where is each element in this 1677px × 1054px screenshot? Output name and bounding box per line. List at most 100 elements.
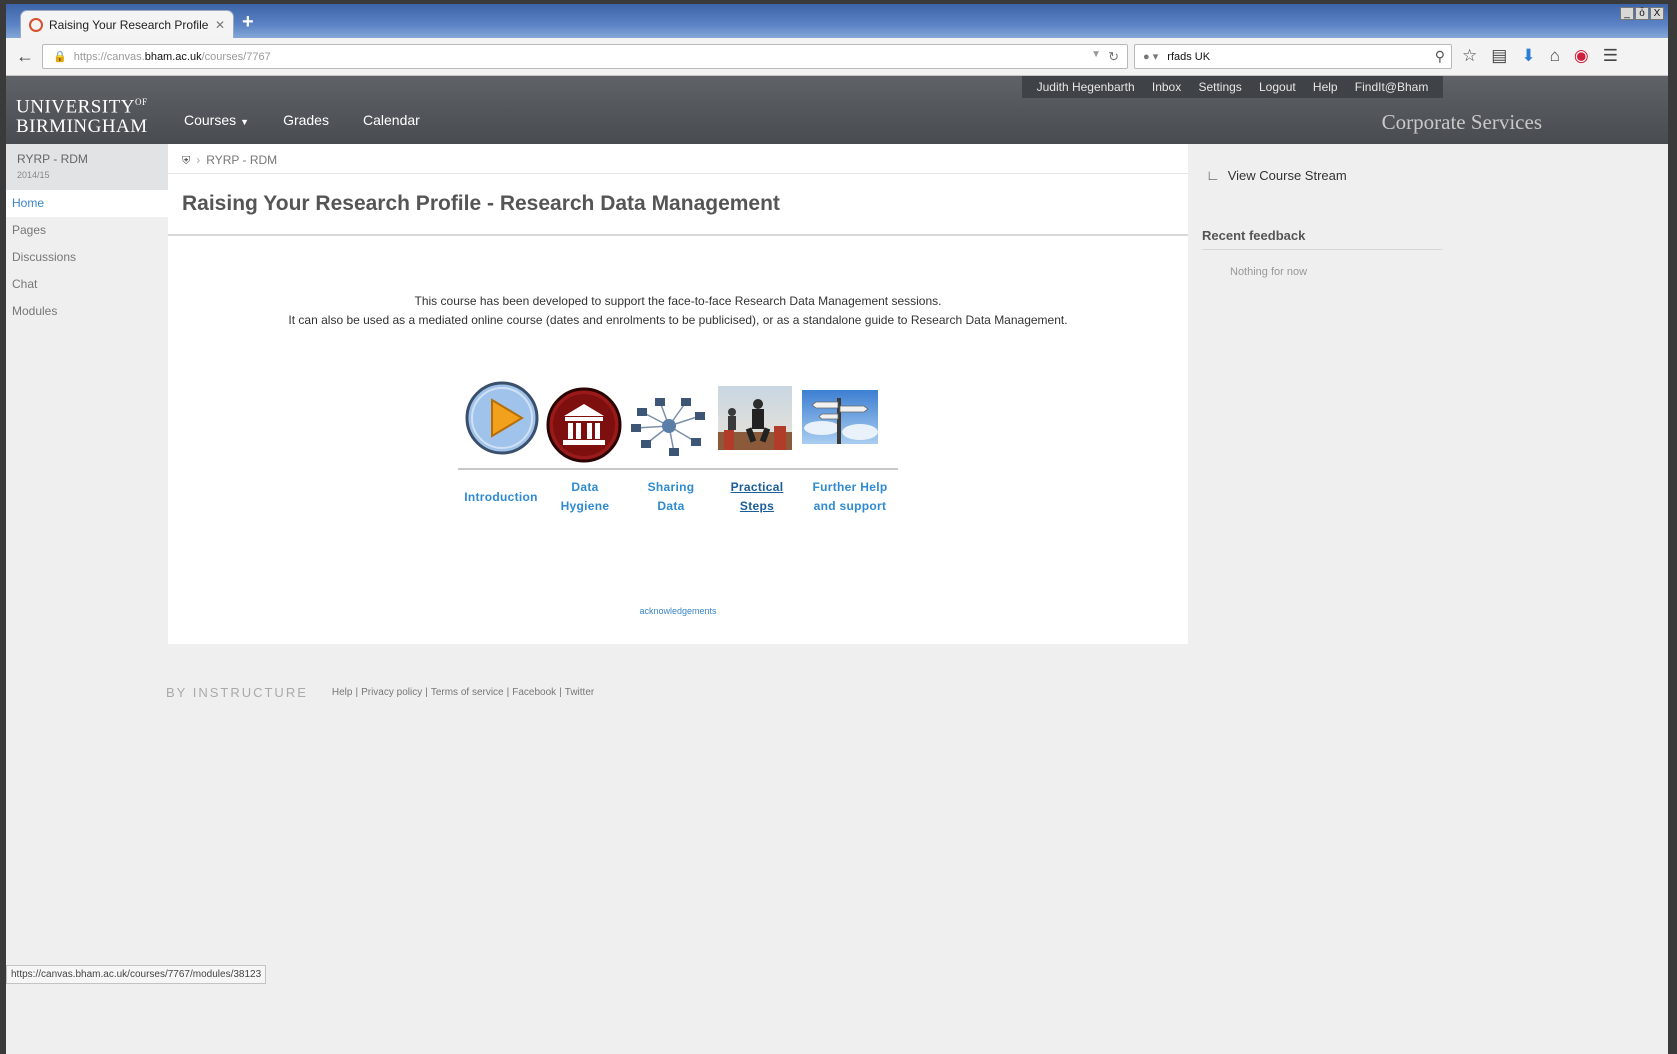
home-icon[interactable]: ⌂ [1550,46,1560,66]
nav-courses[interactable]: Courses ▼ [184,112,249,128]
breadcrumb-separator-icon: › [196,153,201,167]
module-links: Introduction Data Hygiene Sharing Data P… [458,376,900,516]
view-course-stream-link[interactable]: ∟ View Course Stream [1206,167,1347,183]
url-host: bham.ac.uk [144,51,202,63]
pinterest-icon[interactable]: ◉ [1574,46,1589,66]
caret-down-icon: ▼ [240,117,250,127]
lock-icon: 🔒 [53,51,67,63]
logout-link[interactable]: Logout [1259,80,1296,94]
canvas-header: UNIVERSITYOF BIRMINGHAM Courses ▼ Grades … [6,76,1668,144]
footer-links: Help | Privacy policy | Terms of service | Fac… [332,687,594,698]
business-photo-icon[interactable] [718,386,792,450]
search-icon[interactable]: ⚲ [1435,48,1445,65]
reload-icon[interactable]: ↻ [1108,49,1119,65]
course-nav-home[interactable]: Home [6,190,168,217]
back-arrow-icon[interactable]: ← [16,46,34,67]
settings-link[interactable]: Settings [1198,80,1241,94]
nav-grades[interactable]: Grades [283,112,329,128]
tab-strip: Raising Your Research Profile ... ✕ + _ … [6,4,1668,38]
university-logo[interactable]: UNIVERSITYOF BIRMINGHAM [16,92,148,137]
logo-sup: OF [135,97,148,107]
module-label: Data [657,499,685,513]
logo-line1: UNIVERSITY [16,96,135,118]
footer-twitter-link[interactable]: Twitter [565,687,594,698]
footer-separator: | [559,687,562,698]
nav-calendar[interactable]: Calendar [363,112,420,128]
search-engine-icon[interactable]: ● ▾ [1143,51,1158,63]
search-value: rfads UK [1167,51,1211,63]
museum-icon[interactable] [546,386,622,464]
browser-toolbar: ← 🔒 https://canvas.bham.ac.uk/courses/77… [6,38,1668,76]
module-label: Further Help [812,480,888,494]
divider [168,173,1188,174]
findit-link[interactable]: FindIt@Bham [1355,80,1429,94]
footer-separator: | [355,687,359,698]
corporate-services-title: Corporate Services [1381,110,1542,134]
search-bar[interactable]: ● ▾ rfads UK ⚲ [1134,44,1452,69]
url-prefix: https://canvas. [73,51,145,63]
close-window-button[interactable]: X [1650,7,1664,20]
page-title: Raising Your Research Profile - Research… [182,192,780,215]
footer-facebook-link[interactable]: Facebook [512,687,556,698]
module-link-further-help[interactable]: Further Help and support [800,478,900,516]
browser-tab[interactable]: Raising Your Research Profile ... ✕ [20,10,234,38]
course-nav-pages[interactable]: Pages [6,217,168,244]
status-bar: https://canvas.bham.ac.uk/courses/7767/m… [6,965,267,984]
intro-line: This course has been developed to suppor… [414,294,942,308]
url-dropdown-icon[interactable]: ▼ [1091,49,1101,60]
course-title-box[interactable]: RYRP - RDM 2014/15 [6,144,168,190]
module-link-sharing-data[interactable]: Sharing Data [634,478,708,516]
download-icon[interactable]: ⬇ [1521,46,1535,66]
acknowledgements-link[interactable]: acknowledgements [168,606,1188,616]
signpost-photo-icon[interactable] [802,390,878,444]
module-label: Hygiene [560,499,610,513]
play-icon[interactable] [464,378,540,458]
course-nav: RYRP - RDM 2014/15 Home Pages Discussion… [6,144,168,325]
module-link-practical-steps[interactable]: Practical Steps [720,478,794,516]
module-divider [458,468,898,470]
course-term: 2014/15 [17,170,50,180]
footer-separator: | [506,687,510,698]
nav-courses-label: Courses [184,112,237,128]
course-nav-chat[interactable]: Chat [6,271,168,298]
url-bar[interactable]: 🔒 https://canvas.bham.ac.uk/courses/7767… [42,44,1128,69]
course-nav-discussions[interactable]: Discussions [6,244,168,271]
module-link-data-hygiene[interactable]: Data Hygiene [548,478,622,516]
main-nav: Courses ▼ Grades Calendar [184,112,420,128]
footer-terms-link[interactable]: Terms of service [431,687,504,698]
logo-line2: BIRMINGHAM [16,116,148,138]
toolbar-icons: ☆ ▤ ⬇ ⌂ ◉ ☰ [1462,46,1618,66]
no-feedback-text: Nothing for now [1230,266,1308,278]
module-link-introduction[interactable]: Introduction [458,488,544,507]
canvas-favicon-icon [29,17,43,32]
footer-separator: | [425,687,428,698]
network-icon[interactable] [630,394,708,458]
breadcrumb-course[interactable]: RYRP - RDM [206,153,277,167]
course-nav-modules[interactable]: Modules [6,298,168,325]
menu-icon[interactable]: ☰ [1603,46,1618,66]
home-icon[interactable]: ⛨ [182,155,190,167]
new-tab-button[interactable]: + [242,11,254,34]
user-nav: Judith Hegenbarth Inbox Settings Logout … [1022,76,1443,98]
footer-privacy-link[interactable]: Privacy policy [361,687,422,698]
bookmarks-list-icon[interactable]: ▤ [1491,46,1507,66]
course-code: RYRP - RDM [17,152,88,166]
inbox-link[interactable]: Inbox [1152,80,1181,94]
window-controls: _ ȱ X [1620,7,1664,20]
stream-link-label: View Course Stream [1227,168,1347,183]
stream-chart-icon: ∟ [1206,167,1220,183]
user-name-link[interactable]: Judith Hegenbarth [1037,80,1135,94]
minimize-button[interactable]: _ [1620,7,1634,20]
recent-feedback-heading: Recent feedback [1202,228,1442,250]
help-link[interactable]: Help [1313,80,1338,94]
bookmark-star-icon[interactable]: ☆ [1462,46,1477,66]
instructure-logo[interactable]: BY INSTRUCTURE [166,685,308,700]
browser-window: Raising Your Research Profile ... ✕ + _ … [6,4,1668,1054]
footer-help-link[interactable]: Help [332,687,353,698]
divider [168,234,1188,236]
restore-button[interactable]: ȱ [1635,7,1649,20]
close-tab-icon[interactable]: ✕ [215,18,225,32]
module-label: Sharing [647,480,695,494]
module-label: Practical [730,480,784,494]
url-path: /courses/7767 [201,51,271,63]
